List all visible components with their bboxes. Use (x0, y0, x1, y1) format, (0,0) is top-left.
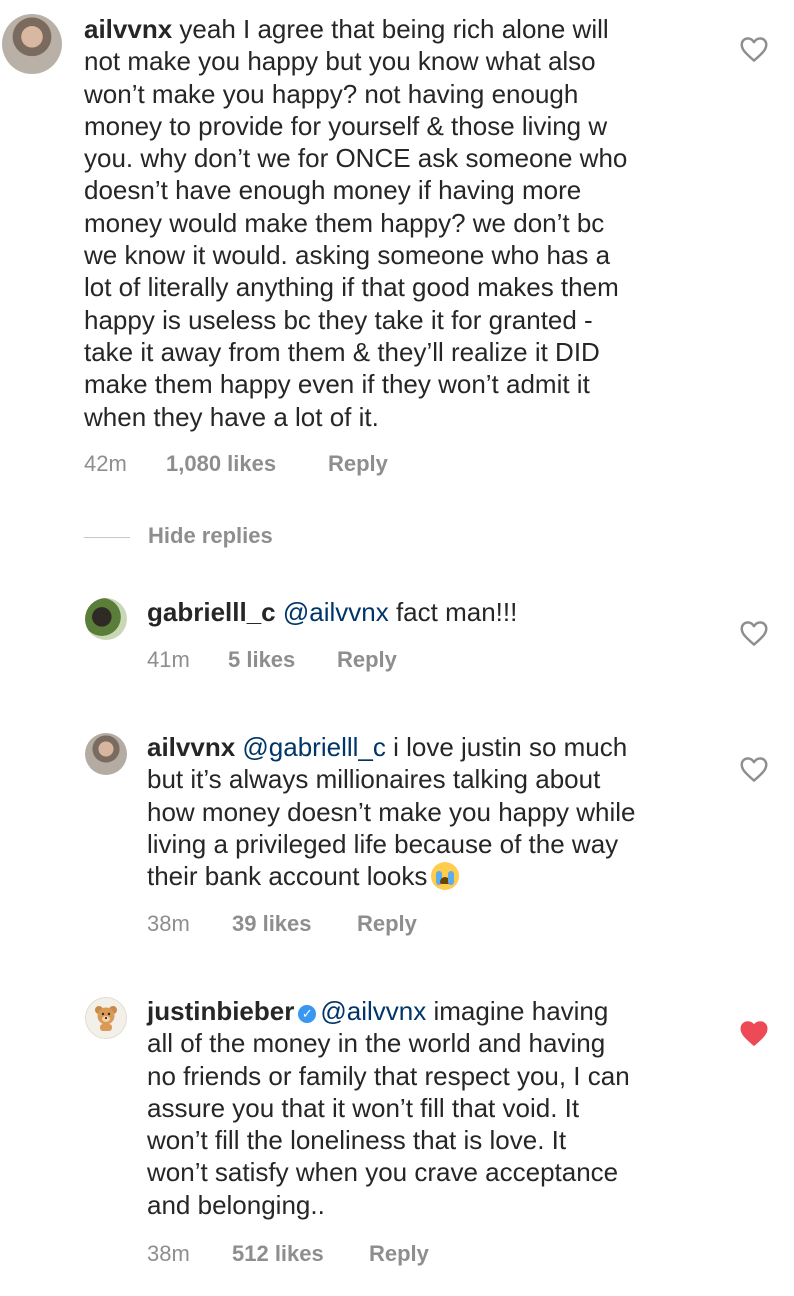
reply-button[interactable]: Reply (337, 647, 397, 673)
reply-username[interactable]: gabrielll_c (147, 597, 276, 627)
reply-text: ailvvnx @gabrielll_c i love justin so mu… (147, 732, 636, 892)
mention-link[interactable]: @ailvvnx (320, 996, 426, 1026)
avatar[interactable] (85, 733, 127, 775)
reply-text: justinbieber ✓ @ailvvnx imagine having all… (147, 996, 630, 1220)
reply-username[interactable]: justinbieber (147, 996, 294, 1026)
mention-link[interactable]: @ailvvnx (283, 597, 389, 627)
bear-logo-icon (95, 1006, 117, 1031)
verified-badge-icon: ✓ (298, 1005, 317, 1023)
mention-link[interactable]: @gabrielll_c (242, 732, 385, 762)
heart-filled-icon[interactable] (739, 1020, 769, 1047)
comment-text: ailvvnx yeah I agree that being rich alo… (84, 14, 628, 432)
likes-count[interactable]: 5 likes (228, 647, 295, 673)
reply-time: 38m (147, 911, 190, 936)
likes-count[interactable]: 512 likes (232, 1241, 324, 1267)
comment-username[interactable]: ailvvnx (84, 14, 172, 44)
heart-outline-icon[interactable] (739, 620, 769, 647)
reply-time: 41m (147, 647, 190, 672)
reply-text: gabrielll_c @ailvvnx fact man!!! (147, 597, 518, 627)
avatar[interactable] (85, 598, 127, 640)
reply-time: 38m (147, 1241, 190, 1266)
reply-username[interactable]: ailvvnx (147, 732, 235, 762)
likes-count[interactable]: 39 likes (232, 911, 312, 937)
reply-button[interactable]: Reply (328, 451, 388, 477)
crying-face-icon (431, 862, 460, 891)
divider (84, 537, 130, 538)
reply-button[interactable]: Reply (369, 1241, 429, 1267)
avatar[interactable] (2, 14, 62, 74)
hide-replies-button[interactable]: Hide replies (148, 523, 273, 549)
reply-button[interactable]: Reply (357, 911, 417, 937)
likes-count[interactable]: 1,080 likes (166, 451, 276, 477)
heart-outline-icon[interactable] (739, 756, 769, 783)
avatar[interactable] (85, 997, 127, 1039)
heart-outline-icon[interactable] (739, 36, 769, 63)
comment-time: 42m (84, 451, 127, 476)
